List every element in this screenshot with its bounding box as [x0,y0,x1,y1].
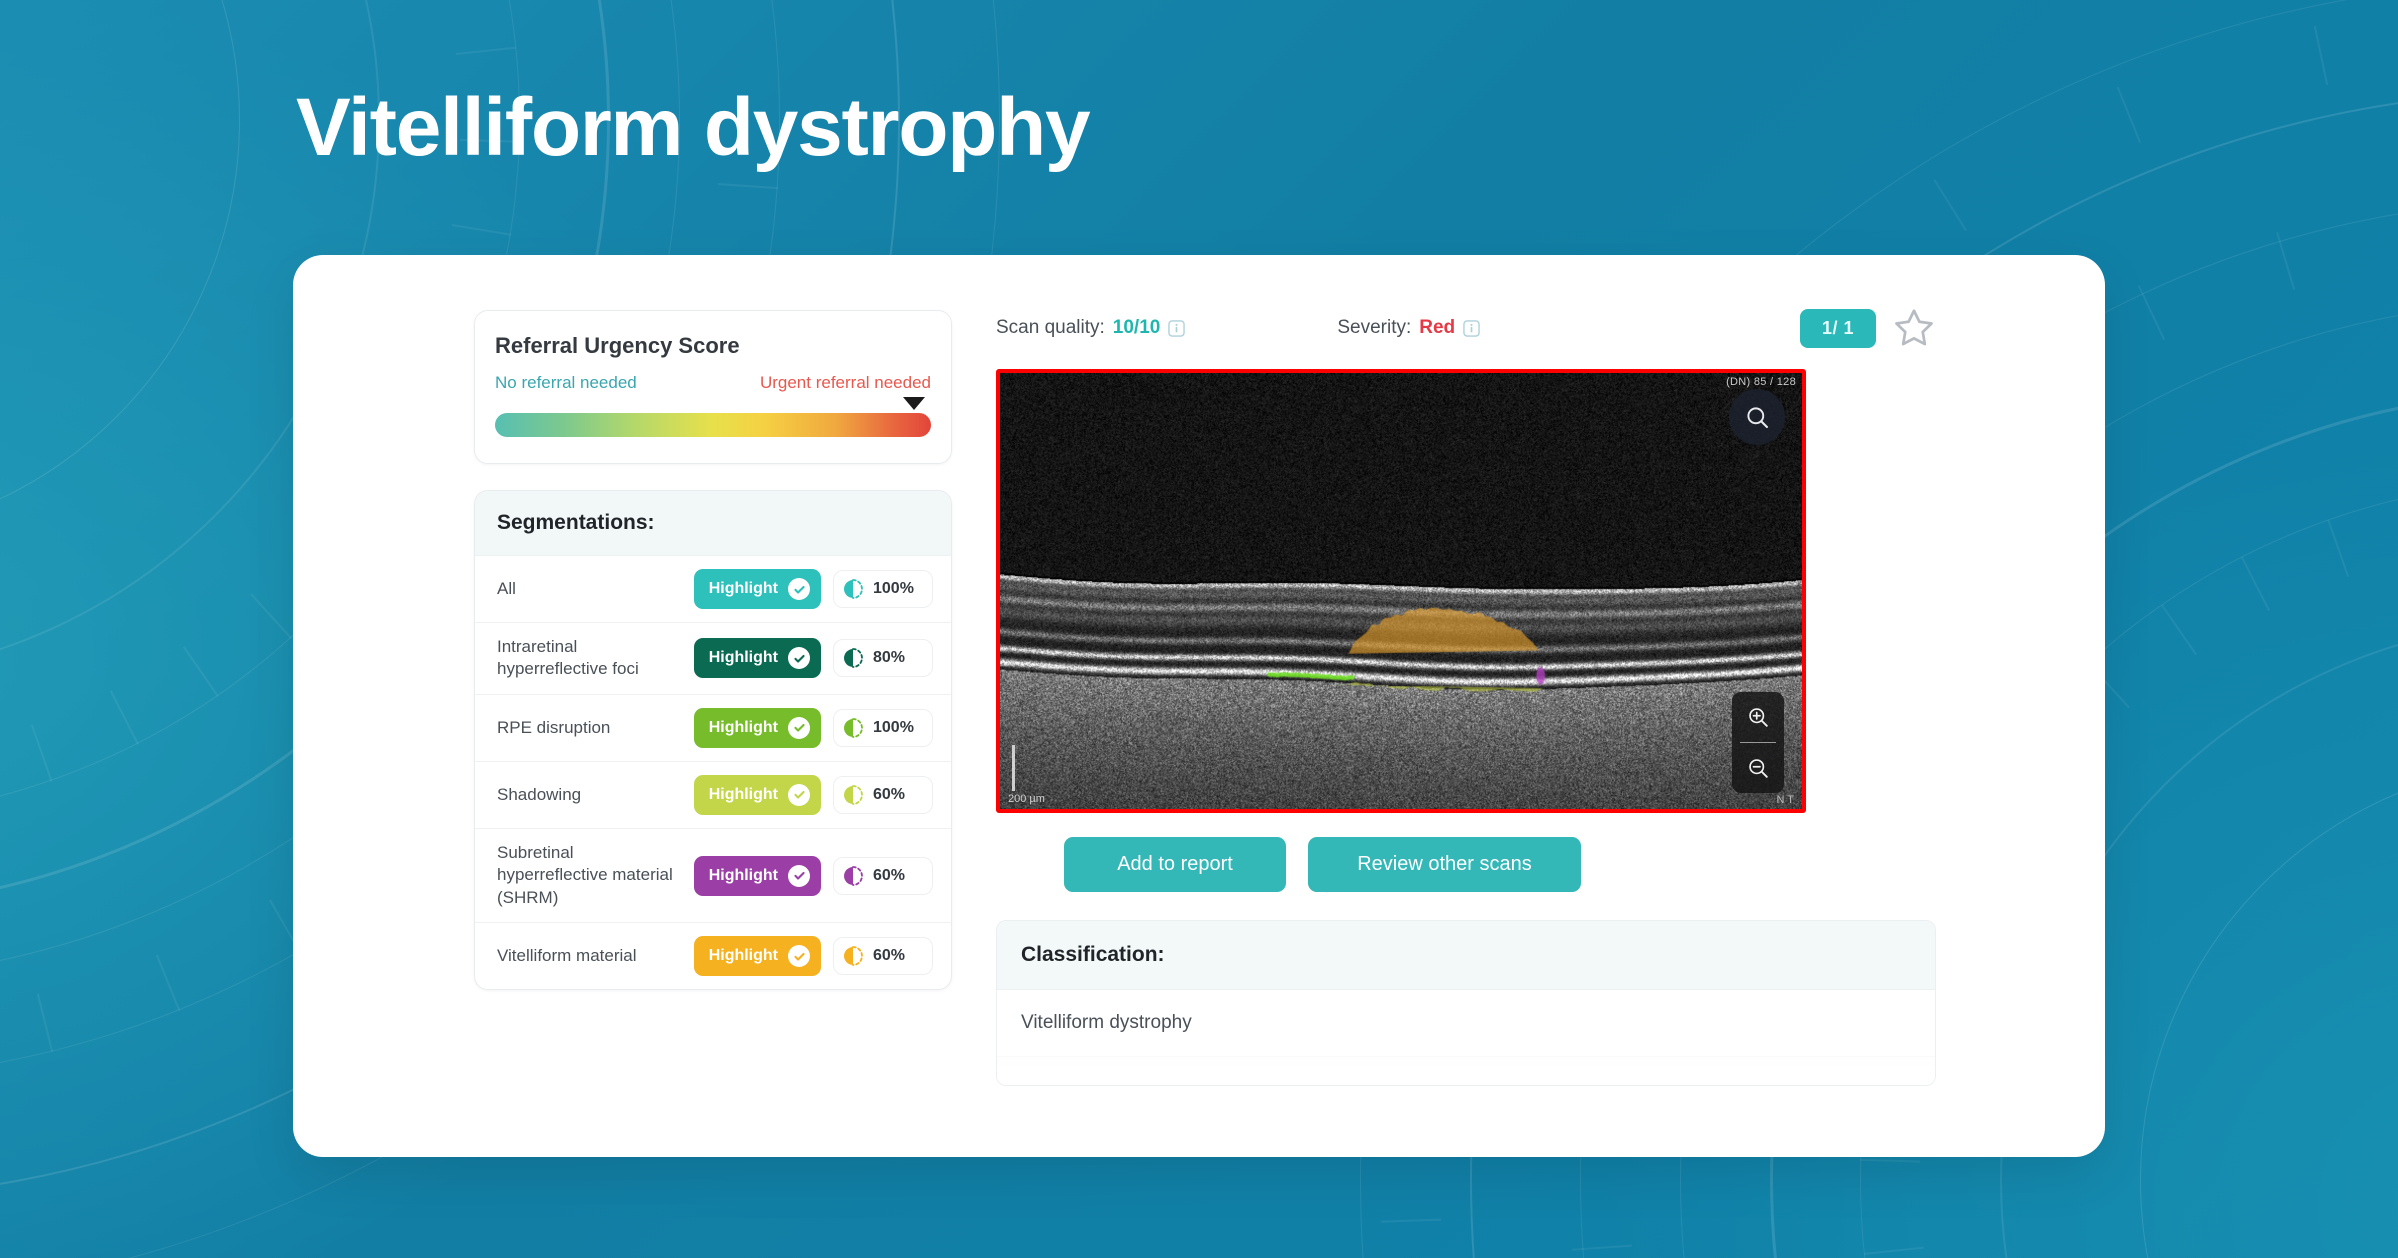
segmentation-label: Shadowing [497,784,582,804]
scan-status-bar: Scan quality: 10/10 Severity: Red 1/ 1 [996,305,1936,351]
highlight-label: Highlight [708,866,778,884]
opacity-value: 100% [873,580,914,597]
severity: Severity: Red [1337,317,1480,339]
opacity-value: 60% [873,866,906,884]
segmentation-label: RPE disruption [497,717,611,737]
scan-quality-label: Scan quality: [996,317,1105,338]
info-icon[interactable] [1168,319,1186,337]
zoom-in-icon[interactable] [1732,692,1784,742]
segmentation-row: Subretinal hyperreflective material (SHR… [475,829,951,924]
urgency-marker-icon [902,397,925,410]
zoom-in-glyph [1748,707,1768,727]
page-title: Vitelliform dystrophy [296,82,1091,173]
check-icon [788,716,810,739]
check-icon [788,864,810,887]
highlight-toggle-button[interactable]: Highlight [693,707,821,748]
highlight-toggle-button[interactable]: Highlight [693,936,821,977]
segmentation-row: Vitelliform material Highlight 60% [475,923,951,989]
search-icon[interactable] [1729,389,1785,445]
classification-card: Classification: Vitelliform dystrophy [996,920,1936,1086]
app-background: Vitelliform dystrophy Referral Urgency S… [0,0,2398,1258]
segmentations-card: Segmentations: All Highlight 100% Intrareti… [474,490,952,991]
opacity-icon [844,579,863,599]
scan-quality: Scan quality: 10/10 [996,317,1186,339]
highlight-toggle-button[interactable]: Highlight [693,855,821,896]
opacity-value: 80% [873,649,906,667]
opacity-icon [844,648,863,669]
segmentation-label: Intraretinal hyperreflective foci [497,637,639,679]
segmentation-label: All [497,578,516,598]
urgency-low-label: No referral needed [495,373,637,392]
highlight-label: Highlight [708,649,778,667]
highlight-label: Highlight [708,785,778,803]
main-panel: Referral Urgency Score No referral neede… [293,255,2105,1157]
segmentation-row: All Highlight 100% [475,556,951,623]
oct-dn-readout: (DN) 85 / 128 [1726,376,1796,388]
opacity-control[interactable]: 100% [833,708,933,747]
search-glyph [1746,406,1768,428]
segmentations-list: All Highlight 100% Intraretinal hyperreflec… [475,556,951,989]
opacity-control[interactable]: 60% [833,856,933,895]
opacity-control[interactable]: 80% [833,639,933,678]
classification-header: Classification: [997,921,1935,990]
opacity-control[interactable]: 100% [833,570,933,608]
zoom-out-icon[interactable] [1732,743,1784,793]
classification-row-partial [997,1057,1935,1085]
highlight-label: Highlight [708,718,778,736]
zoom-out-glyph [1748,758,1768,778]
urgency-scale-labels: No referral needed Urgent referral neede… [495,373,931,393]
highlight-label: Highlight [708,580,778,597]
highlight-toggle-button[interactable]: Highlight [693,569,821,609]
info-icon[interactable] [1463,319,1480,337]
segmentation-row: Shadowing Highlight 60% [475,762,951,829]
scan-page-badge[interactable]: 1/ 1 [1799,308,1876,348]
classification-list: Vitelliform dystrophy [997,990,1935,1085]
action-buttons: Add to report Review other scans [996,837,1936,892]
oct-scan-image [1000,373,1802,809]
segmentations-header: Segmentations: [475,491,951,556]
check-icon [788,578,810,600]
add-to-report-button[interactable]: Add to report [1064,837,1286,892]
referral-urgency-card: Referral Urgency Score No referral neede… [474,310,952,464]
urgency-gradient-bar [495,413,931,437]
oct-scale-bar-icon [1012,745,1015,791]
opacity-control[interactable]: 60% [833,937,933,976]
star-outline-icon[interactable] [1892,306,1936,350]
oct-orientation-label: N T [1776,794,1794,806]
opacity-value: 100% [873,718,914,736]
check-icon [788,945,810,968]
opacity-control[interactable]: 60% [833,775,933,814]
opacity-icon [844,717,863,738]
severity-label: Severity: [1337,317,1412,338]
segmentation-label: Subretinal hyperreflective material (SHR… [497,842,673,907]
opacity-icon [844,865,863,886]
highlight-toggle-button[interactable]: Highlight [693,774,821,815]
right-column: Scan quality: 10/10 Severity: Red 1/ 1 (… [996,305,1936,1086]
segmentation-label: Vitelliform material [497,945,637,965]
highlight-toggle-button[interactable]: Highlight [693,638,821,679]
oct-scale-label: 200 µm [1008,793,1045,805]
segmentation-row: Intraretinal hyperreflective foci Highlig… [475,623,951,695]
opacity-icon [844,946,863,967]
opacity-icon [844,784,863,805]
check-icon [788,647,810,670]
zoom-controls [1732,692,1784,793]
severity-value: Red [1419,317,1456,338]
opacity-value: 60% [873,785,906,803]
highlight-label: Highlight [708,947,778,965]
check-icon [788,783,810,806]
referral-urgency-title: Referral Urgency Score [495,333,740,358]
urgency-gauge [495,397,931,437]
urgency-high-label: Urgent referral needed [759,373,931,392]
left-column: Referral Urgency Score No referral neede… [474,310,952,991]
oct-scan-viewer[interactable]: (DN) 85 / 128 200 µm N T [996,369,1806,813]
scan-quality-value: 10/10 [1112,317,1161,338]
segmentation-row: RPE disruption Highlight 100% [475,695,951,762]
opacity-value: 60% [873,947,906,965]
classification-row: Vitelliform dystrophy [997,990,1935,1057]
review-other-scans-button[interactable]: Review other scans [1308,837,1581,892]
